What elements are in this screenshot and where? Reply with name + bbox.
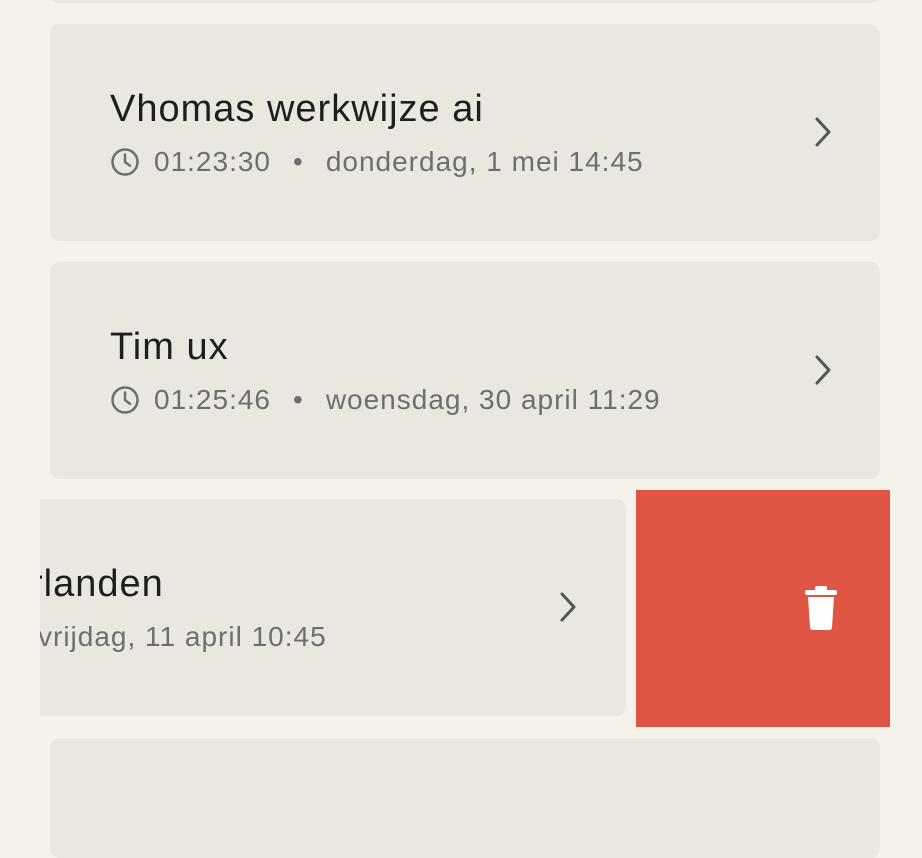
recording-card-partial-top[interactable] [50,0,880,3]
chevron-right-icon[interactable] [813,115,833,149]
recording-title: rlanden [40,563,164,605]
recording-title: Tim ux [110,326,229,368]
recording-duration: 01:23:30 [154,146,271,177]
recording-title: Vhomas werkwijze ai [110,88,484,130]
recording-date: vrijdag, 11 april 10:45 [40,621,327,652]
recording-card-swiped[interactable]: rlanden vrijdag, 11 april 10:45 [40,499,626,716]
recording-meta: 01:25:46 • woensdag, 30 april 11:29 [110,384,661,416]
recording-duration: 01:25:46 [154,384,271,415]
recording-meta: 01:23:30 • donderdag, 1 mei 14:45 [110,146,644,178]
delete-button[interactable] [636,490,890,727]
recording-card[interactable]: Vhomas werkwijze ai 01:23:30 • donderdag… [50,24,880,241]
trash-icon[interactable] [804,585,838,631]
clock-icon [111,148,139,176]
chevron-right-icon[interactable] [558,590,578,624]
recording-date: donderdag, 1 mei 14:45 [325,146,644,177]
recording-date: woensdag, 30 april 11:29 [325,384,661,415]
swiped-row-clip: rlanden vrijdag, 11 april 10:45 [40,490,640,730]
recording-card-partial-bottom[interactable] [50,738,880,858]
meta-separator: • [293,384,304,415]
recording-card[interactable]: Tim ux 01:25:46 • woensdag, 30 april 11:… [50,262,880,479]
meta-separator: • [293,146,304,177]
chevron-right-icon[interactable] [813,353,833,387]
clock-icon [111,386,139,414]
